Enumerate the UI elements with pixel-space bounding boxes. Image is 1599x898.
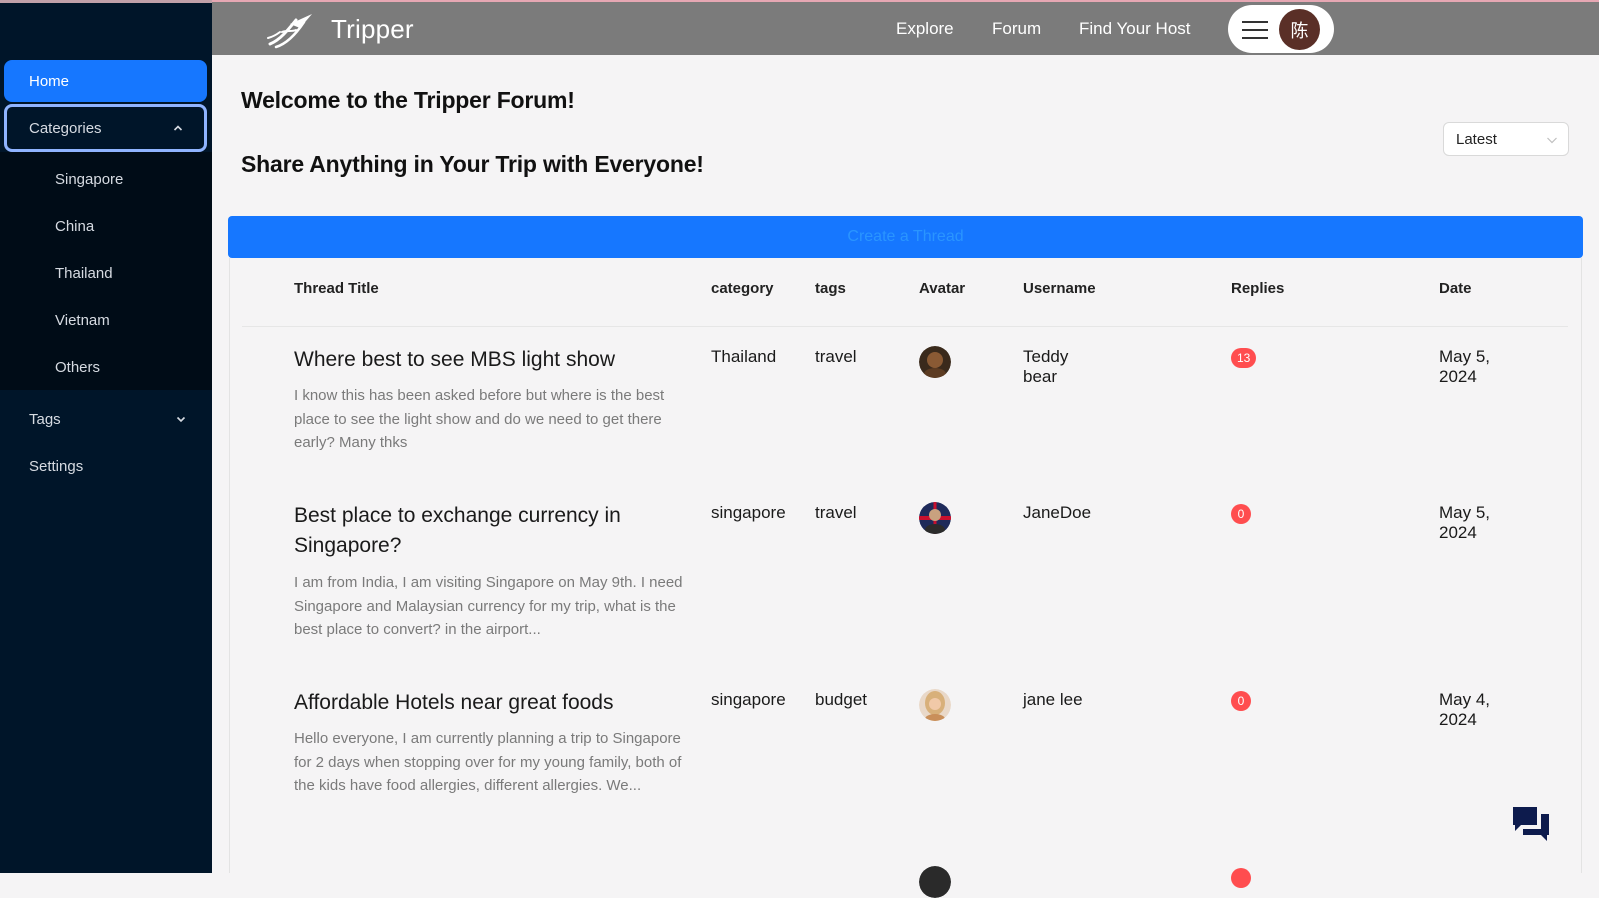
chat-icon[interactable] <box>1511 805 1551 843</box>
replies-badge <box>1231 868 1251 888</box>
sort-select[interactable]: Latest <box>1443 122 1569 156</box>
nav-link-forum[interactable]: Forum <box>992 19 1041 39</box>
avatar[interactable] <box>919 689 951 721</box>
avatar[interactable] <box>919 502 951 534</box>
column-header-replies[interactable]: Replies <box>1231 280 1284 297</box>
sidebar-item-label: Vietnam <box>55 311 110 329</box>
chevron-down-icon <box>1547 137 1557 144</box>
top-navigation-bar: Tripper Explore Forum Find Your Host 陈 <box>212 0 1599 55</box>
thread-excerpt: I know this has been asked before but wh… <box>294 387 665 451</box>
thread-category: singapore <box>711 690 786 709</box>
sidebar-item-categories[interactable]: Categories <box>4 104 207 152</box>
sidebar-item-label: Tags <box>29 410 61 428</box>
thread-excerpt: Hello everyone, I am currently planning … <box>294 730 682 794</box>
thread-tag: budget <box>815 690 867 709</box>
sort-select-value: Latest <box>1456 130 1497 148</box>
create-thread-label: Create a Thread <box>847 228 964 245</box>
sidebar-item-china[interactable]: China <box>4 205 207 247</box>
create-thread-button[interactable]: Create a Thread <box>228 216 1583 258</box>
column-header-avatar: Avatar <box>919 280 966 297</box>
column-header-username[interactable]: Username <box>1023 280 1096 297</box>
thread-tag: travel <box>815 503 857 522</box>
sidebar-item-label: China <box>55 217 95 235</box>
nav-link-find-your-host[interactable]: Find Your Host <box>1079 19 1191 39</box>
sidebar-item-tags[interactable]: Tags <box>4 398 207 440</box>
header-divider <box>242 326 1568 327</box>
thread-excerpt: I am from India, I am visiting Singapore… <box>294 574 683 638</box>
sidebar: Home Categories Singapore China Thailand… <box>0 0 212 873</box>
replies-badge: 0 <box>1231 691 1251 711</box>
column-header-tags[interactable]: tags <box>815 280 846 297</box>
column-header-date[interactable]: Date <box>1439 280 1472 297</box>
chevron-up-icon <box>173 125 183 131</box>
sidebar-top-accent <box>0 0 212 3</box>
sidebar-item-label: Settings <box>29 457 84 475</box>
thread-username[interactable]: JaneDoe <box>1023 503 1143 523</box>
column-header-category[interactable]: category <box>711 280 774 297</box>
menu-icon <box>1242 21 1268 39</box>
thread-category: singapore <box>711 503 786 522</box>
page-subtitle: Share Anything in Your Trip with Everyon… <box>241 151 704 177</box>
replies-badge: 0 <box>1231 504 1251 524</box>
avatar[interactable] <box>919 866 951 898</box>
sidebar-item-label: Thailand <box>55 264 113 282</box>
sidebar-item-singapore[interactable]: Singapore <box>4 158 207 200</box>
column-header-title[interactable]: Thread Title <box>294 280 379 297</box>
nav-link-explore[interactable]: Explore <box>896 19 954 39</box>
thread-username[interactable]: jane lee <box>1023 690 1143 710</box>
sidebar-item-settings[interactable]: Settings <box>4 445 207 487</box>
page-title: Welcome to the Tripper Forum! <box>241 87 575 113</box>
sidebar-item-label: Singapore <box>55 170 124 188</box>
thread-date: May 4, 2024 <box>1439 690 1491 729</box>
sidebar-item-home[interactable]: Home <box>4 60 207 102</box>
thread-title[interactable]: Best place to exchange currency in Singa… <box>294 501 654 561</box>
sidebar-item-thailand[interactable]: Thailand <box>4 252 207 294</box>
categories-submenu: Singapore China Thailand Vietnam Others <box>0 152 212 390</box>
user-menu-button[interactable]: 陈 <box>1228 5 1334 53</box>
thread-title[interactable]: Where best to see MBS light show <box>294 345 654 375</box>
sidebar-item-vietnam[interactable]: Vietnam <box>4 299 207 341</box>
sidebar-item-label: Home <box>29 72 70 90</box>
thread-date: May 5, 2024 <box>1439 347 1491 386</box>
tripper-logo-icon[interactable] <box>266 10 314 50</box>
thread-tag: travel <box>815 347 857 366</box>
sidebar-item-others[interactable]: Others <box>4 346 207 388</box>
threads-table: Thread Title category tags Avatar Userna… <box>229 258 1582 898</box>
brand-name[interactable]: Tripper <box>331 14 414 45</box>
sidebar-item-label: Categories <box>29 119 102 137</box>
avatar[interactable] <box>919 346 951 378</box>
sidebar-item-label: Others <box>55 358 101 376</box>
thread-username[interactable]: Teddy bear <box>1023 347 1103 387</box>
thread-category: Thailand <box>711 347 777 366</box>
chevron-down-icon <box>176 416 186 423</box>
replies-badge: 13 <box>1231 348 1257 368</box>
thread-title[interactable]: Affordable Hotels near great foods <box>294 688 654 718</box>
thread-date: May 5, 2024 <box>1439 503 1491 542</box>
user-avatar: 陈 <box>1279 9 1320 50</box>
